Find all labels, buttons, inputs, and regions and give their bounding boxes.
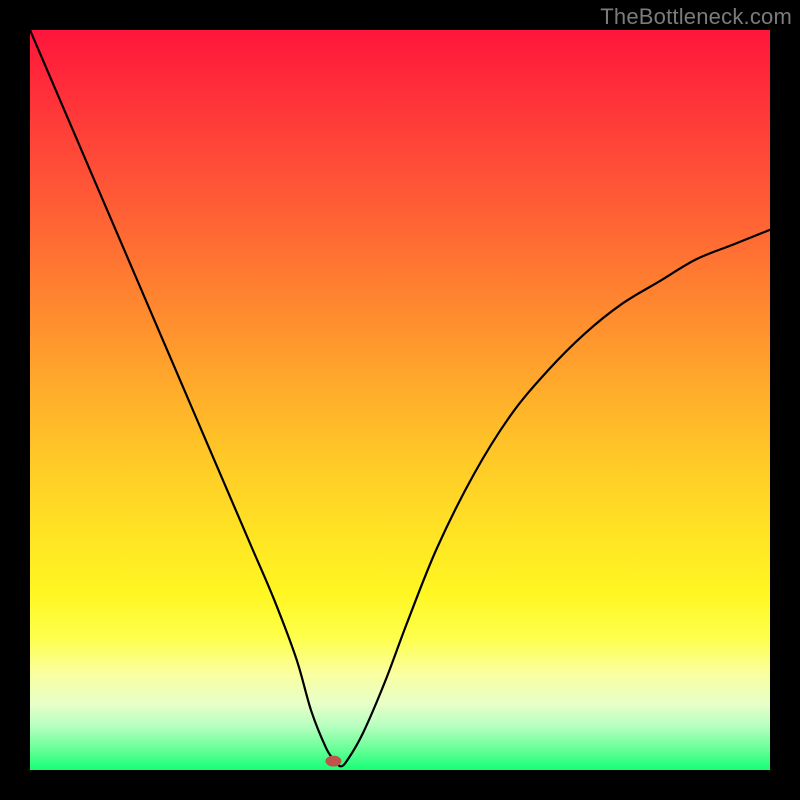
bottleneck-curve	[30, 30, 770, 766]
watermark-text: TheBottleneck.com	[600, 4, 792, 30]
curve-svg	[30, 30, 770, 770]
plot-area	[30, 30, 770, 770]
chart-frame: TheBottleneck.com	[0, 0, 800, 800]
minimum-marker	[325, 756, 341, 767]
